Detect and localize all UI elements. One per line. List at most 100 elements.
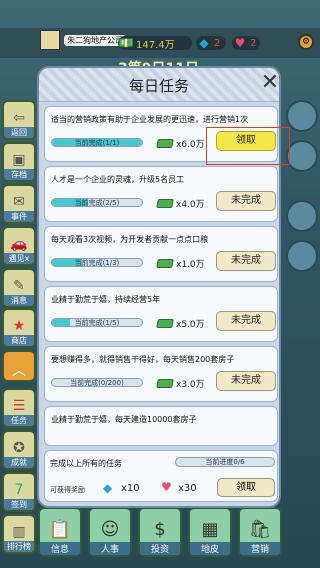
gem-icon: ◆: [103, 481, 113, 495]
event-icon: ✉: [13, 194, 25, 210]
task-item: 每天观看3次视频，为开发者贡献一点点口粮 当前完成(1/3) x1.0万 未完成: [44, 226, 278, 282]
gem-icon: ◆: [199, 36, 209, 50]
task-progress-text: 当前完成(1/5): [74, 319, 120, 327]
task-progress-bar: 当前完成(0/200): [51, 378, 143, 387]
task-item: 人才是一个企业的灵魂，升级5名员工 当前完成(2/5) x4.0万 未完成: [44, 166, 278, 222]
nav-invest-button[interactable]: $ 投资: [138, 507, 182, 557]
heart-icon: ♥: [234, 36, 246, 50]
task-reward: x6.0万: [156, 137, 205, 150]
heart-icon: ♥: [161, 480, 172, 494]
save-icon: ▣: [12, 152, 26, 168]
right-action-button-1[interactable]: [286, 100, 318, 132]
right-action-button-4[interactable]: [286, 240, 318, 272]
task-item: 业精于勤荒于嬉，持续经营5年 当前完成(1/5) x5.0万 未完成: [44, 286, 278, 342]
building-icon: ▦: [201, 519, 219, 540]
task-reward-amount: x6.0万: [176, 140, 205, 150]
task-reward: x3.0万: [156, 377, 205, 390]
nav-staff-button[interactable]: ☺ 人事: [88, 507, 132, 557]
all-tasks-label: 完成以上所有的任务: [50, 459, 122, 468]
all-tasks-progress-bar: 当前进度0/6: [175, 457, 275, 467]
cash-icon: [156, 199, 174, 208]
task-incomplete-button[interactable]: 未完成: [216, 191, 276, 211]
bottom-navigation: 📋 信息 ☺ 人事 $ 投资 ▦ 地皮 🛍 营销: [38, 507, 282, 561]
right-action-button-3[interactable]: [286, 200, 318, 232]
task-reward: x5.0万: [156, 317, 205, 330]
reward-label: 可获得奖励: [50, 486, 85, 494]
side-calendar-button[interactable]: 7 签到: [2, 472, 36, 512]
side-event-button[interactable]: ✉ 事件: [2, 184, 36, 224]
all-tasks-bonus-panel: 完成以上所有的任务 当前进度0/6 可获得奖励 ◆ x10 ♥ x30 领取: [44, 450, 278, 502]
message-icon: ✎: [13, 278, 25, 294]
task-description: 适当的营销政策有助于企业发展的更迅速，进行营销1次: [51, 115, 249, 124]
side-ranking-button[interactable]: ▥ 排行榜: [2, 514, 36, 554]
task-reward-amount: x1.0万: [176, 260, 205, 270]
task-incomplete-button[interactable]: 未完成: [216, 311, 276, 331]
company-name: 朱二狗地产公司: [64, 34, 126, 46]
cash-icon: [156, 259, 174, 268]
chevron-up-icon: ︿: [12, 363, 26, 379]
task-progress-bar: 当前完成(1/3): [51, 258, 143, 267]
claim-all-button[interactable]: 领取: [217, 478, 275, 497]
side-collapse-button[interactable]: ︿: [2, 350, 36, 382]
close-icon[interactable]: ✕: [259, 71, 279, 95]
modal-title: 每日任务: [128, 77, 189, 95]
cash-icon: 💵: [118, 36, 134, 50]
task-reward: x1.0万: [156, 257, 205, 270]
side-save-button[interactable]: ▣ 存档: [2, 142, 36, 182]
task-description: 每天观看3次视频，为开发者贡献一点点口粮: [51, 235, 209, 244]
marketing-icon: 🛍: [248, 519, 272, 540]
cash-icon: [156, 379, 174, 388]
task-description: 要想赚得多，就得销售干得好，每天销售200套房子: [51, 355, 235, 364]
task-reward-amount: x4.0万: [176, 200, 205, 210]
nav-marketing-button[interactable]: 🛍 营销: [238, 507, 282, 557]
highlight-box: [206, 127, 290, 165]
task-item: 业精于勤荒于嬉，每天建造10000套房子: [44, 406, 278, 446]
all-tasks-progress-text: 当前进度0/6: [205, 458, 245, 466]
side-back-button[interactable]: ⇦ 返回: [2, 100, 36, 140]
task-progress-bar: 当前完成(2/5): [51, 198, 143, 207]
calendar-icon: 7: [14, 482, 24, 498]
cash-icon: [156, 139, 174, 148]
task-progress-text: 当前完成(0/200): [70, 379, 124, 387]
info-icon: 📋: [48, 519, 72, 540]
task-reward-amount: x5.0万: [176, 320, 205, 330]
nav-info-button[interactable]: 📋 信息: [38, 507, 82, 557]
task-reward-amount: x3.0万: [176, 380, 205, 390]
company-header: 朱二狗地产公司: [40, 30, 126, 50]
settings-gear-icon[interactable]: ⚙: [298, 34, 314, 50]
shop-icon: ★: [12, 318, 26, 334]
task-progress-bar: 当前完成(1/1): [51, 138, 143, 147]
invest-icon: $: [154, 519, 166, 540]
heart-reward-amount: x30: [178, 483, 197, 494]
gem-reward-amount: x10: [121, 483, 140, 494]
task-progress-text: 当前完成(1/3): [74, 259, 120, 267]
achievement-icon: ✪: [13, 440, 25, 456]
side-tasks-button[interactable]: ☰ 任务: [2, 388, 36, 428]
hearts-stat: ♥ 2: [232, 36, 260, 50]
side-achievement-button[interactable]: ✪ 成就: [2, 430, 36, 470]
task-incomplete-button[interactable]: 未完成: [216, 371, 276, 391]
task-reward: x4.0万: [156, 197, 205, 210]
right-action-button-2[interactable]: [286, 140, 318, 172]
car-icon: 🚗: [10, 236, 28, 252]
task-description: 人才是一个企业的灵魂，升级5名员工: [51, 175, 185, 184]
money-stat: 💵 147.4万: [118, 36, 192, 51]
side-shop-button[interactable]: ★ 商店: [2, 308, 36, 348]
side-car-button[interactable]: 🚗 遇见x: [2, 226, 36, 266]
back-icon: ⇦: [13, 110, 25, 126]
task-progress-text: 当前完成(1/1): [74, 139, 120, 147]
task-description: 业精于勤荒于嬉，每天建造10000套房子: [51, 415, 197, 424]
task-incomplete-button[interactable]: 未完成: [216, 251, 276, 271]
nav-land-button[interactable]: ▦ 地皮: [188, 507, 232, 557]
ranking-icon: ▥: [12, 524, 26, 540]
task-progress-text: 当前完成(2/5): [74, 199, 120, 207]
staff-icon: ☺: [100, 519, 120, 540]
company-logo: [40, 30, 60, 50]
task-progress-bar: 当前完成(1/5): [51, 318, 143, 327]
task-item: 要想赚得多，就得销售干得好，每天销售200套房子 当前完成(0/200) x3.…: [44, 346, 278, 402]
task-description: 业精于勤荒于嬉，持续经营5年: [51, 295, 161, 304]
side-message-button[interactable]: ✎ 消息: [2, 268, 36, 308]
cash-icon: [156, 319, 174, 328]
tasks-icon: ☰: [12, 398, 26, 414]
gems-stat: ◆ 2: [196, 36, 226, 50]
